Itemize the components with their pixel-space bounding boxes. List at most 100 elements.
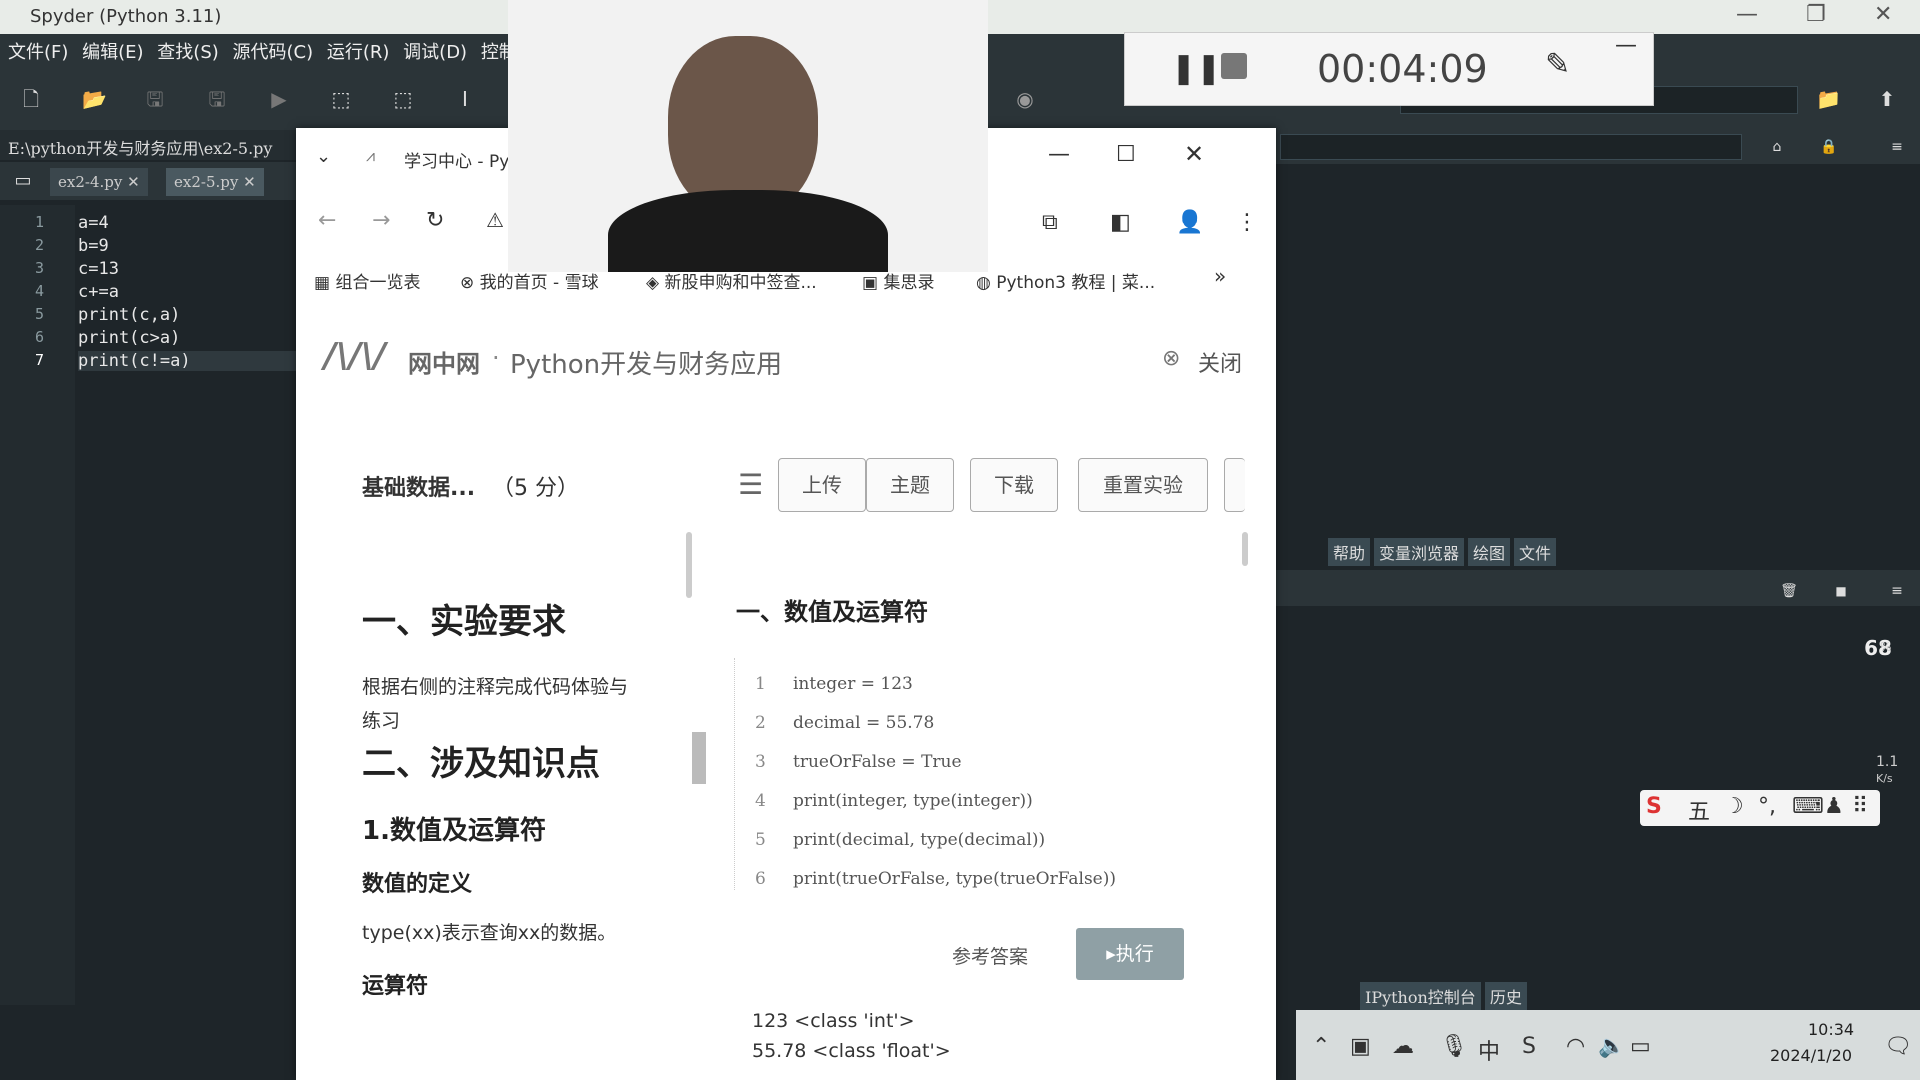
help-source-field[interactable]	[1280, 134, 1742, 160]
tab-files[interactable]: 文件	[1514, 538, 1557, 566]
reference-answer-link[interactable]: 参考答案	[952, 942, 1028, 969]
run-cell-icon[interactable]: ⬚	[330, 88, 352, 110]
minimize-icon[interactable]: —	[1736, 2, 1758, 27]
warning-icon[interactable]: ⚠	[486, 208, 504, 232]
left-scrollbar[interactable]	[686, 532, 692, 598]
stop-record-icon[interactable]	[1221, 53, 1247, 79]
code-line[interactable]: print(c!=a)	[78, 351, 298, 371]
new-file-icon[interactable]: 🗋	[20, 88, 42, 110]
browser-tab-title[interactable]: 学习中心 - Py	[404, 147, 509, 172]
tab-variable-explorer[interactable]: 变量浏览器	[1374, 538, 1465, 566]
side-panel-icon[interactable]: ◧	[1110, 210, 1131, 235]
lab-code-line[interactable]: 6 print(trueOrFalse, type(trueOrFalse))	[755, 869, 1116, 889]
code-line[interactable]: c=13	[78, 259, 119, 279]
bookmark-5[interactable]: ◍ Python3 教程 | 菜...	[976, 268, 1155, 293]
apps-icon[interactable]: ⠿	[1852, 794, 1868, 819]
lab-code-line[interactable]: 2 decimal = 55.78	[755, 713, 934, 733]
bookmark-1[interactable]: ▦ 组合一览表	[314, 268, 420, 293]
tab-help[interactable]: 帮助	[1328, 538, 1371, 566]
battery-icon[interactable]: ▭	[1630, 1034, 1651, 1059]
clock-time[interactable]: 10:34	[1808, 1020, 1854, 1039]
download-button[interactable]: 下载	[970, 458, 1058, 512]
code-editor[interactable]: a=4 b=9 c=13 c+=a print(c,a) print(c>a) print(…	[78, 205, 300, 1005]
code-line[interactable]: print(c,a)	[78, 305, 180, 325]
tab-plots[interactable]: 绘图	[1468, 538, 1511, 566]
right-scrollbar[interactable]	[1242, 532, 1248, 566]
trash-icon[interactable]: 🗑	[1778, 580, 1800, 602]
recorder-minimize-icon[interactable]: —	[1615, 33, 1637, 58]
close-circle-icon[interactable]: ⊗	[1162, 346, 1180, 371]
ime-mode[interactable]: 五	[1688, 794, 1710, 826]
pause-icon[interactable]: ❚❚	[1171, 51, 1221, 86]
home-icon[interactable]: ⌂	[1766, 136, 1788, 158]
browser-close-icon[interactable]: ✕	[1184, 140, 1204, 168]
save-icon[interactable]: 🖫	[144, 88, 166, 110]
theme-button[interactable]: 主题	[866, 458, 954, 512]
tab-ex2-4[interactable]: ex2-4.py ✕	[50, 168, 148, 196]
close-tab-icon[interactable]: ✕	[127, 173, 140, 191]
microphone-icon[interactable]: 🎙	[1440, 1034, 1468, 1059]
menu-run[interactable]: 运行(R)	[327, 42, 390, 63]
run-selection-icon[interactable]: I	[454, 88, 476, 110]
menu-debug[interactable]: 调试(D)	[403, 42, 467, 63]
tray-chevron-icon[interactable]: ⌃	[1312, 1034, 1330, 1059]
reload-icon[interactable]: ↻	[426, 208, 444, 233]
keyboard-icon[interactable]: ⌨	[1792, 794, 1824, 819]
clock-date[interactable]: 2024/1/20	[1770, 1046, 1852, 1065]
close-tab-icon[interactable]: ✕	[243, 173, 256, 191]
lock-icon[interactable]: 🔒	[1818, 136, 1840, 158]
tab-list-chevron-icon[interactable]: ⌄	[316, 146, 331, 167]
browser-minimize-icon[interactable]: —	[1048, 142, 1070, 167]
user-icon[interactable]: ♟	[1824, 794, 1844, 819]
run-button[interactable]: ▸执行	[1076, 928, 1184, 980]
console-menu-icon[interactable]: ≡	[1886, 580, 1908, 602]
extensions-icon[interactable]: ⧉	[1042, 210, 1058, 235]
pane-menu-icon[interactable]: ≡	[1886, 136, 1908, 158]
menu-file[interactable]: 文件(F)	[8, 42, 68, 63]
sogou-tray-icon[interactable]: S	[1522, 1034, 1536, 1059]
back-arrow-icon[interactable]: ←	[318, 208, 336, 233]
folder-icon[interactable]: ▭	[12, 170, 34, 192]
code-line[interactable]: b=9	[78, 236, 109, 256]
pane-splitter-handle[interactable]	[692, 732, 706, 784]
punctuation-icon[interactable]: °,	[1758, 794, 1776, 819]
menu-search[interactable]: 查找(S)	[157, 42, 218, 63]
draw-pen-icon[interactable]: ✎	[1545, 47, 1570, 82]
tab-ex2-5[interactable]: ex2-5.py ✕	[166, 168, 264, 196]
run-icon[interactable]: ▶	[268, 88, 290, 110]
browser-maximize-icon[interactable]: ☐	[1116, 142, 1136, 167]
menu-source[interactable]: 源代码(C)	[233, 42, 314, 63]
outline-toggle-icon[interactable]: ☰	[738, 468, 763, 501]
more-menu-icon[interactable]: ⋮	[1236, 210, 1258, 235]
notification-icon[interactable]: 🗨	[1884, 1034, 1912, 1059]
code-line[interactable]: a=4	[78, 213, 109, 233]
forward-arrow-icon[interactable]: →	[372, 208, 390, 233]
wifi-icon[interactable]: ◠	[1566, 1034, 1585, 1059]
upload-button[interactable]: 上传	[778, 458, 866, 512]
tab-ipython-console[interactable]: IPython控制台	[1360, 982, 1481, 1010]
lab-code-editor[interactable]: 1 integer = 123 2 decimal = 55.78 3 trueOrFal…	[734, 658, 1215, 890]
run-cell-advance-icon[interactable]: ⬚	[392, 88, 414, 110]
half-width-icon[interactable]: ☽	[1724, 794, 1744, 819]
open-folder-icon[interactable]: 📂	[82, 88, 107, 110]
profile-icon[interactable]: 👤	[1176, 210, 1203, 235]
more-button[interactable]	[1224, 458, 1245, 512]
menu-edit[interactable]: 编辑(E)	[82, 42, 143, 63]
tab-history[interactable]: 历史	[1484, 982, 1527, 1010]
up-arrow-icon[interactable]: ⬆	[1876, 88, 1898, 110]
lab-code-line[interactable]: 1 integer = 123	[755, 674, 913, 694]
lab-code-line[interactable]: 4 print(integer, type(integer))	[755, 791, 1033, 811]
ime-language[interactable]: 中	[1478, 1034, 1500, 1066]
bookmarks-overflow-icon[interactable]: »	[1214, 264, 1226, 288]
code-line[interactable]: c+=a	[78, 282, 119, 302]
close-icon[interactable]: ✕	[1874, 2, 1892, 27]
restore-icon[interactable]: ❐	[1806, 2, 1826, 27]
tray-app-icon[interactable]: ▣	[1350, 1034, 1371, 1059]
lab-code-line[interactable]: 3 trueOrFalse = True	[755, 752, 962, 772]
sogou-ime-icon[interactable]: S	[1646, 794, 1662, 819]
code-line[interactable]: print(c>a)	[78, 328, 180, 348]
browse-folder-icon[interactable]: 📁	[1816, 88, 1841, 110]
python-icon[interactable]: ◉	[1014, 88, 1036, 110]
stop-icon[interactable]: ■	[1830, 580, 1852, 602]
save-all-icon[interactable]: 🖫	[206, 88, 228, 110]
